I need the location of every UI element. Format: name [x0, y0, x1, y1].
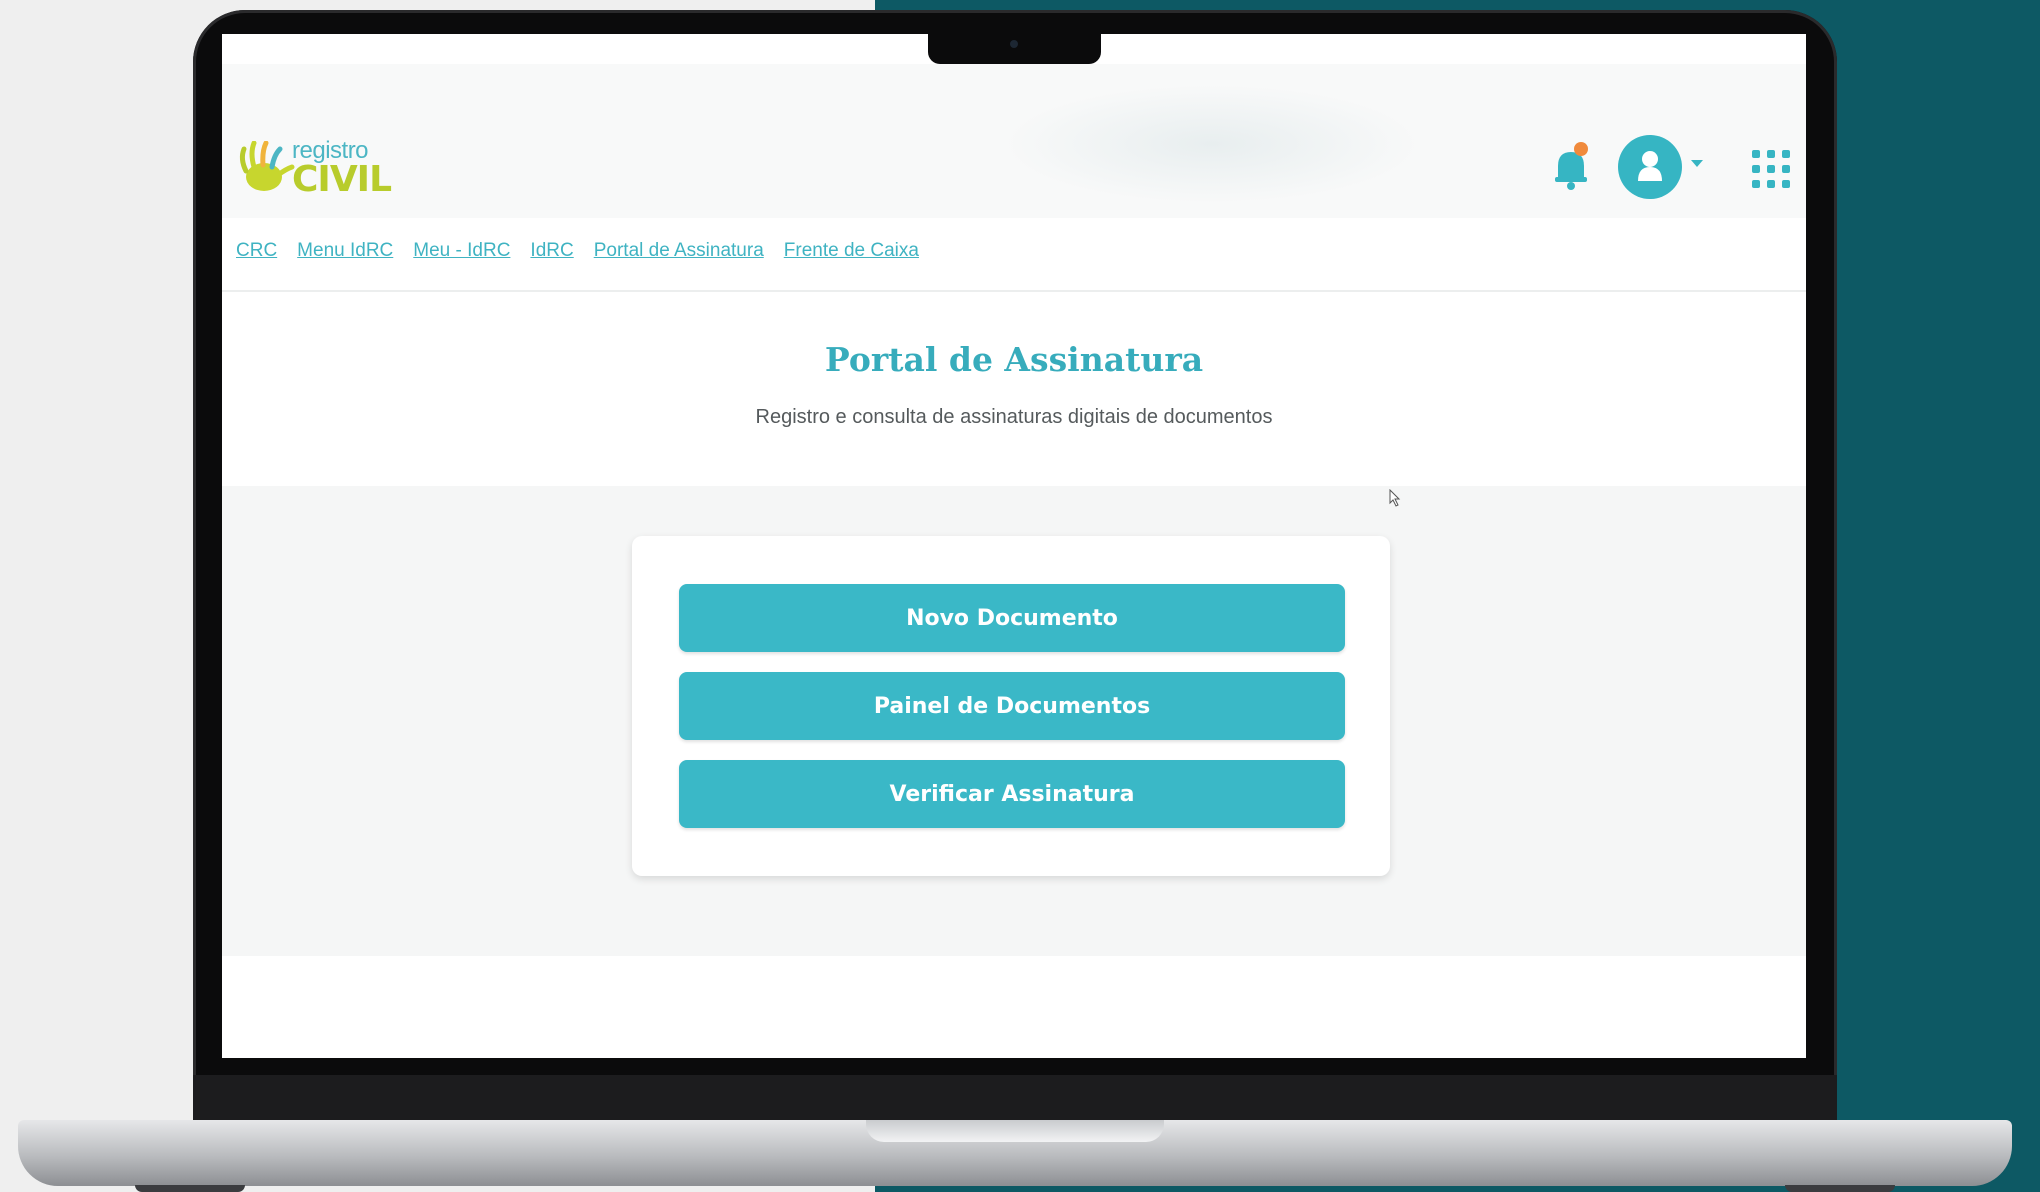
user-avatar-icon[interactable] [1618, 135, 1682, 199]
page-title: Portal de Assinatura [824, 340, 1204, 379]
page-subtitle: Registro e consulta de assinaturas digit… [755, 406, 1273, 428]
verify-signature-button[interactable]: Verificar Assinatura [679, 760, 1345, 828]
nav-link-crc[interactable]: CRC [236, 240, 277, 262]
new-document-button[interactable]: Novo Documento [679, 584, 1345, 652]
breadcrumb-nav: CRC Menu IdRC Meu - IdRC IdRC Portal de … [222, 218, 1806, 292]
nav-link-meu-idrc[interactable]: Meu - IdRC [413, 240, 510, 262]
actions-card: Novo Documento Painel de Documentos Veri… [632, 536, 1390, 876]
registro-civil-logo[interactable]: registro CIVIL [236, 137, 392, 200]
laptop-foot-left [135, 1185, 245, 1192]
laptop-foot-right [1785, 1185, 1895, 1192]
hand-logo-icon [239, 141, 295, 191]
nav-link-portal-assinatura[interactable]: Portal de Assinatura [594, 240, 764, 262]
nav-link-idrc[interactable]: IdRC [530, 240, 573, 262]
apps-grid-icon[interactable] [1752, 150, 1792, 190]
chevron-down-icon[interactable] [1691, 160, 1703, 167]
nav-link-frente-caixa[interactable]: Frente de Caixa [784, 240, 919, 262]
camera-icon [1010, 40, 1018, 48]
laptop-screen: registro CIVIL CRC Menu IdRC Meu - IdRC [222, 34, 1806, 1058]
logo-text-big: CIVIL [292, 159, 392, 200]
nav-links: CRC Menu IdRC Meu - IdRC IdRC Portal de … [236, 240, 919, 262]
user-silhouette-icon [1638, 151, 1662, 181]
header-blur [1002, 84, 1422, 204]
mouse-cursor-icon [1389, 489, 1401, 507]
laptop-base-notch [866, 1120, 1164, 1142]
nav-link-menu-idrc[interactable]: Menu IdRC [297, 240, 393, 262]
laptop-bottom-bezel [193, 1075, 1837, 1120]
documents-panel-button[interactable]: Painel de Documentos [679, 672, 1345, 740]
notification-badge [1574, 142, 1588, 156]
